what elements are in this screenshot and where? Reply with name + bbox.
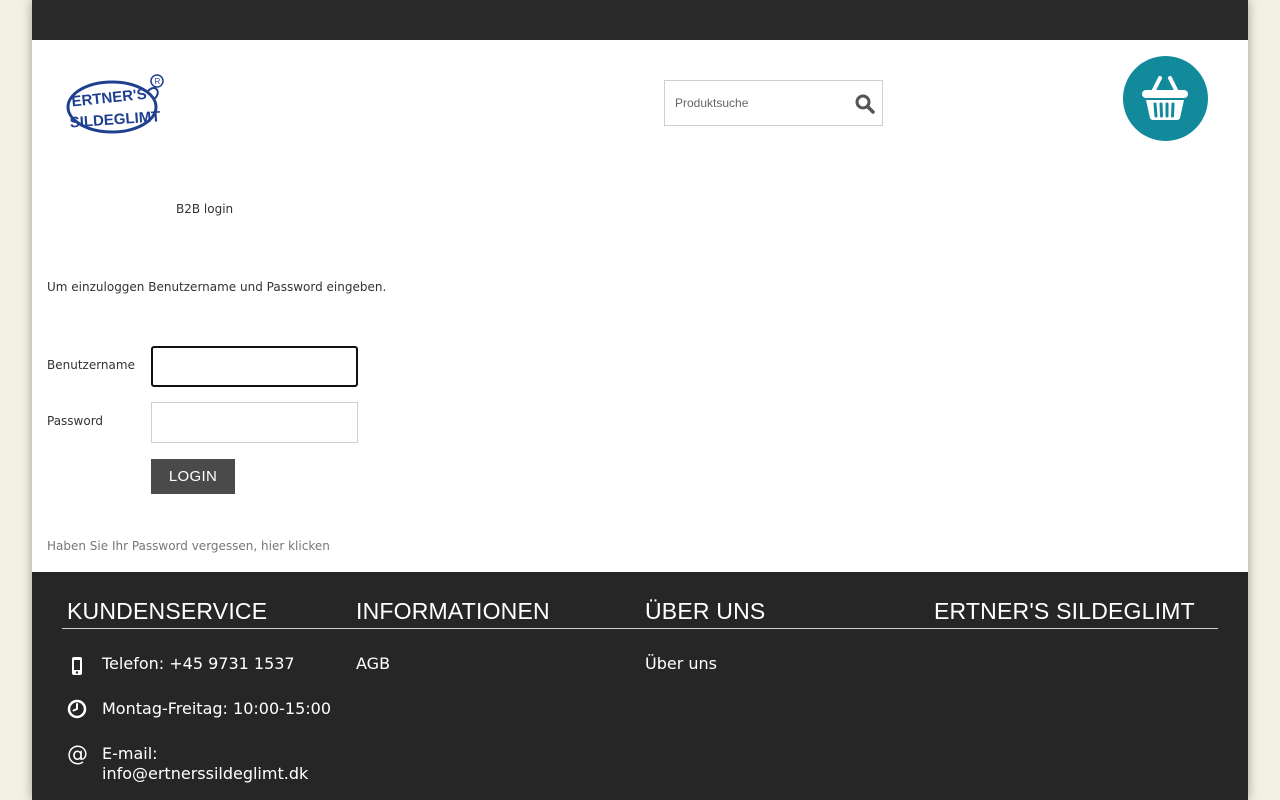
footer-phone: Telefon: +45 9731 1537: [102, 654, 295, 673]
top-bar: [32, 0, 1248, 40]
site-logo[interactable]: R ERTNER'S SILDEGLIMT: [66, 73, 164, 137]
footer-email-label: E-mail:: [102, 744, 158, 763]
footer-divider: [62, 628, 1218, 629]
footer-email-link[interactable]: info@ertnerssildeglimt.dk: [102, 764, 308, 784]
footer-heading-ertners: Ertner's Sildeglimt: [934, 598, 1195, 624]
cart-button[interactable]: [1123, 56, 1208, 141]
username-label: Benutzername: [47, 358, 135, 372]
footer-link-agb[interactable]: AGB: [356, 654, 390, 674]
product-search: [664, 80, 883, 126]
svg-text:R: R: [155, 77, 161, 86]
search-icon[interactable]: [854, 93, 876, 115]
svg-text:SILDEGLIMT: SILDEGLIMT: [69, 108, 161, 131]
footer: Kundenservice Informationen Über uns Ert…: [32, 572, 1248, 800]
search-input[interactable]: [665, 81, 845, 125]
page: R ERTNER'S SILDEGLIMT B2B login Um einzu…: [32, 0, 1248, 800]
login-intro-text: Um einzuloggen Benutzername und Password…: [47, 280, 387, 294]
footer-heading-kundenservice: Kundenservice: [67, 598, 268, 624]
footer-link-ueber-uns[interactable]: Über uns: [645, 654, 717, 674]
footer-heading-ueber-uns: Über uns: [645, 598, 766, 624]
clock-icon: [67, 699, 87, 719]
footer-heading-informationen: Informationen: [356, 598, 550, 624]
svg-text:@: @: [67, 743, 88, 765]
password-field[interactable]: [151, 402, 358, 443]
footer-hours: Montag-Freitag: 10:00-15:00: [102, 699, 331, 718]
username-field[interactable]: [151, 346, 358, 387]
phone-icon: [67, 656, 87, 676]
forgot-password-link[interactable]: Haben Sie Ihr Password vergessen, hier k…: [47, 539, 330, 553]
at-icon: @: [67, 742, 88, 766]
password-label: Password: [47, 414, 104, 428]
basket-icon: [1142, 76, 1188, 120]
login-button[interactable]: Login: [151, 459, 235, 494]
b2b-login-link[interactable]: B2B login: [176, 202, 233, 216]
